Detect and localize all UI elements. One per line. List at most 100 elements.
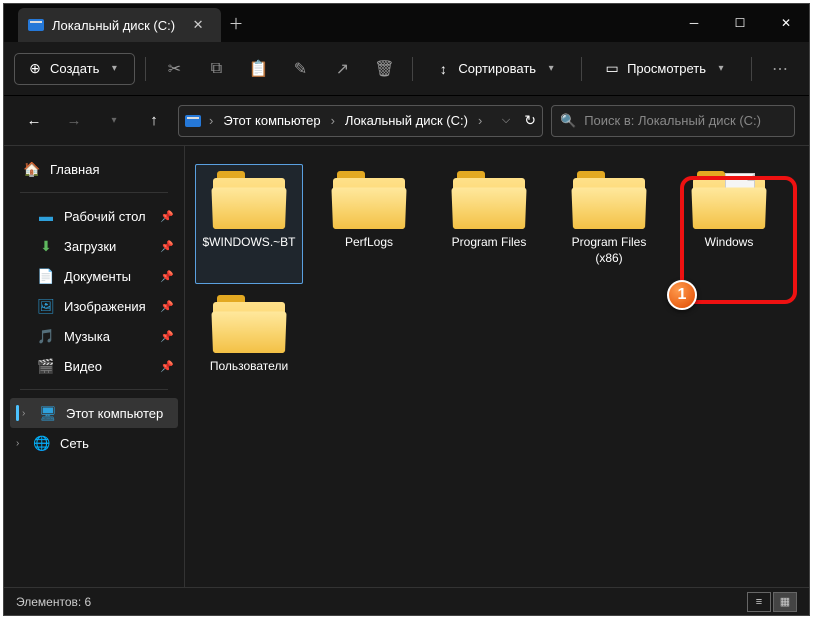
trash-icon: 🗑 [374,59,394,79]
sidebar-label: Загрузки [64,239,116,254]
rename-icon: ✎ [294,59,307,79]
refresh-button[interactable]: ↻ [524,112,536,129]
close-tab-icon[interactable]: ✕ [183,17,213,33]
sidebar-videos[interactable]: 🎬 Видео 📌 [4,351,184,381]
delete-button[interactable]: 🗑 [366,51,402,87]
back-button[interactable]: ← [18,105,50,137]
chevron-down-icon: ▾ [106,61,122,77]
pin-icon: 📌 [160,330,174,343]
breadcrumb-sep: › [327,113,339,128]
maximize-button[interactable]: ☐ [717,4,763,42]
sidebar-label: Сеть [60,436,89,451]
pin-icon: 📌 [160,210,174,223]
folder-label: Program Files [450,235,529,251]
sidebar-this-pc[interactable]: › 🖥 Этот компьютер [10,398,178,428]
sidebar-label: Главная [50,162,99,177]
copy-button[interactable]: ⧉ [198,51,234,87]
tab-title: Локальный диск (C:) [52,18,175,33]
rename-button[interactable]: ✎ [282,51,318,87]
search-icon: 🔍 [560,113,576,129]
sidebar-documents[interactable]: 📄 Документы 📌 [4,261,184,291]
pictures-icon: 🖼 [38,298,54,314]
tab-current[interactable]: Локальный диск (C:) ✕ [18,8,221,42]
search-input[interactable]: 🔍 Поиск в: Локальный диск (C:) [551,105,795,137]
explorer-window: Локальный диск (C:) ✕ ＋ ─ ☐ ✕ ⊕ Создать … [3,3,810,616]
close-button[interactable]: ✕ [763,4,809,42]
view-button[interactable]: ▭ Просмотреть ▾ [592,54,741,84]
copy-icon: ⧉ [211,60,222,78]
network-icon: 🌐 [34,435,50,451]
divider [20,389,168,390]
folder-label: Program Files (x86) [556,235,662,266]
breadcrumb-sep: › [205,113,217,128]
folder-item[interactable]: Windows [675,164,783,284]
details-view-button[interactable]: ≡ [747,592,771,612]
view-icon: ▭ [604,61,620,77]
sidebar: 🏠 Главная ▬ Рабочий стол 📌 ⬇ Загрузки 📌 … [4,146,185,587]
pin-icon: 📌 [160,300,174,313]
forward-button[interactable]: → [58,105,90,137]
create-button[interactable]: ⊕ Создать ▾ [14,53,135,85]
folder-icon [453,171,525,229]
recent-button[interactable]: ▾ [98,105,130,137]
sidebar-pictures[interactable]: 🖼 Изображения 📌 [4,291,184,321]
folder-item[interactable]: Пользователи [195,288,303,408]
pin-icon: 📌 [160,360,174,373]
sidebar-downloads[interactable]: ⬇ Загрузки 📌 [4,231,184,261]
desktop-icon: ▬ [38,208,54,224]
breadcrumb-drive-c[interactable]: Локальный диск (C:) [343,110,470,131]
plus-circle-icon: ⊕ [27,61,43,77]
create-label: Создать [50,61,99,76]
chevron-down-icon: ▾ [543,61,559,77]
paste-icon: 📋 [248,59,268,79]
pin-icon: 📌 [160,240,174,253]
pc-icon: 🖥 [40,405,56,421]
folder-item[interactable]: Program Files [435,164,543,284]
callout-number: 1 [678,286,687,304]
sort-label: Сортировать [458,61,536,76]
divider [581,57,582,81]
sort-button[interactable]: ↕ Сортировать ▾ [423,54,571,84]
drive-icon [185,115,201,127]
sidebar-network[interactable]: › 🌐 Сеть [4,428,184,458]
search-placeholder: Поиск в: Локальный диск (C:) [584,113,761,128]
icons-view-button[interactable]: ▦ [773,592,797,612]
sidebar-music[interactable]: 🎵 Музыка 📌 [4,321,184,351]
document-icon: 📄 [38,268,54,284]
music-icon: 🎵 [38,328,54,344]
cut-button[interactable]: ✂ [156,51,192,87]
folder-label: $WINDOWS.~BT [200,235,297,251]
divider [145,57,146,81]
folder-icon [573,171,645,229]
folder-grid: $WINDOWS.~BT PerfLogs Program Files Program… [185,146,809,587]
sidebar-label: Этот компьютер [66,406,163,421]
chevron-down-icon: ▾ [713,61,729,77]
chevron-right-icon[interactable]: › [16,438,19,449]
cut-icon: ✂ [168,59,181,79]
address-bar[interactable]: › Этот компьютер › Локальный диск (C:) ›… [178,105,543,137]
chevron-right-icon[interactable]: › [22,408,25,419]
navbar: ← → ▾ ↑ › Этот компьютер › Локальный дис… [4,96,809,146]
more-button[interactable]: ⋯ [762,51,798,87]
folder-icon [693,171,765,229]
titlebar: Локальный диск (C:) ✕ ＋ ─ ☐ ✕ [4,4,809,42]
paste-button[interactable]: 📋 [240,51,276,87]
breadcrumb-this-pc[interactable]: Этот компьютер [221,110,322,131]
sidebar-label: Документы [64,269,131,284]
minimize-button[interactable]: ─ [671,4,717,42]
divider [412,57,413,81]
share-button[interactable]: ↗ [324,51,360,87]
video-icon: 🎬 [38,358,54,374]
chevron-down-icon[interactable]: ⌵ [502,114,510,127]
up-button[interactable]: ↑ [138,105,170,137]
folder-label: Пользователи [208,359,290,375]
sidebar-desktop[interactable]: ▬ Рабочий стол 📌 [4,201,184,231]
divider [751,57,752,81]
folder-item[interactable]: $WINDOWS.~BT [195,164,303,284]
folder-item[interactable]: Program Files (x86) [555,164,663,284]
new-tab-button[interactable]: ＋ [221,4,251,42]
sidebar-home[interactable]: 🏠 Главная [4,154,184,184]
view-label: Просмотреть [627,61,706,76]
folder-label: Windows [703,235,756,251]
folder-item[interactable]: PerfLogs [315,164,423,284]
